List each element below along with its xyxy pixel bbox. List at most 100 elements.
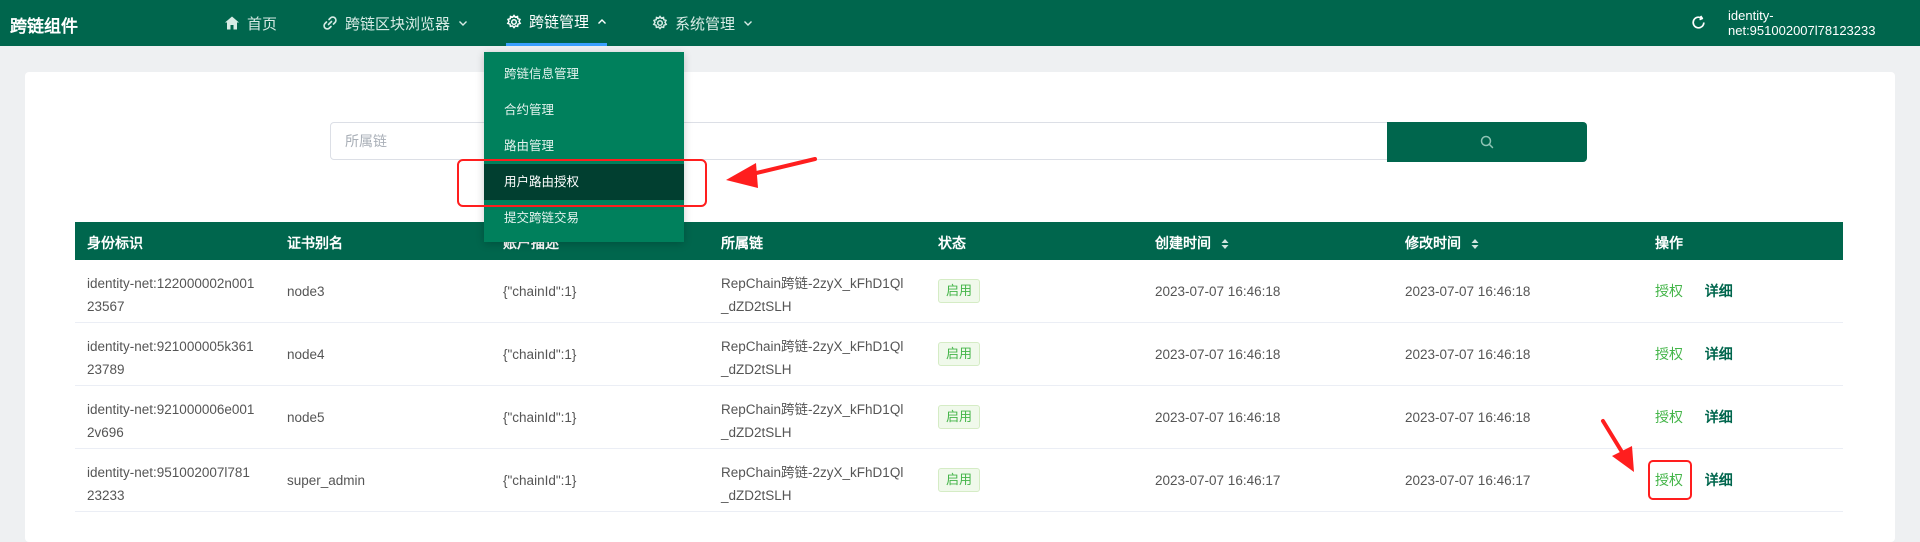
detail-button[interactable]: 详细 [1705,346,1733,362]
alias-cell: node4 [287,347,325,362]
table-header: 身份标识 证书别名 账户描述 所属链 状态 创建时间 修改时间 操作 [75,222,1843,260]
nav-manage[interactable]: 跨链管理 [506,0,608,46]
detail-button[interactable]: 详细 [1705,283,1733,299]
identity-cell: identity-net:921000006e001 2v696 [87,398,254,444]
nav-home[interactable]: 首页 [224,0,277,46]
menu-item-crosschain-info[interactable]: 跨链信息管理 [484,56,684,92]
chain-cell: RepChain跨链-2zyX_kFhD1Ql _dZD2tSLH [721,272,903,318]
nav-browser[interactable]: 跨链区块浏览器 [322,0,468,46]
identity-line: 23789 [87,362,125,377]
desc-cell: {"chainId":1} [503,473,577,488]
col-modified-label: 修改时间 [1405,235,1461,251]
home-icon [225,16,239,30]
menu-item-contract[interactable]: 合约管理 [484,92,684,128]
detail-button[interactable]: 详细 [1705,472,1733,488]
status-cell: 启用 [938,342,981,366]
col-modified[interactable]: 修改时间 [1405,233,1479,253]
manage-dropdown-menu: 跨链信息管理 合约管理 路由管理 用户路由授权 提交跨链交易 [484,52,684,242]
current-identity: identity-net:951002007l78123233 [1728,8,1876,38]
sort-icon[interactable] [1221,238,1229,250]
desc-cell: {"chainId":1} [503,347,577,362]
identity-line: identity-net:921000005k361 [87,339,254,354]
nav-browser-label: 跨链区块浏览器 [345,15,451,33]
nav-system[interactable]: 系统管理 [652,0,753,46]
status-badge: 启用 [938,468,981,492]
gear-icon [506,13,522,29]
search-button[interactable] [1387,122,1587,162]
identity-line: identity-net:921000006e001 [87,402,255,417]
chain-line: _dZD2tSLH [721,488,792,503]
chain-line: _dZD2tSLH [721,362,792,377]
chain-cell: RepChain跨链-2zyX_kFhD1Ql _dZD2tSLH [721,398,903,444]
chevron-up-icon [598,18,607,24]
actions-cell: 授权 详细 [1655,343,1733,366]
modified-cell: 2023-07-07 16:46:18 [1405,347,1531,362]
chain-line: RepChain跨链-2zyX_kFhD1Ql [721,402,904,417]
col-alias: 证书别名 [287,235,343,251]
table-row: identity-net:951002007l781 23233 super_a… [75,449,1843,512]
highlight-box-authorize [1648,460,1692,500]
nav-manage-label: 跨链管理 [529,14,590,31]
status-badge: 启用 [938,279,981,303]
identity-line: 23567 [87,299,125,314]
identity-line: identity-net:122000002n001 [87,276,255,291]
actions-cell: 授权 详细 [1655,280,1733,303]
table-row: identity-net:122000002n001 23567 node3 {… [75,260,1843,323]
status-badge: 启用 [938,342,981,366]
status-cell: 启用 [938,405,981,429]
nav-home-label: 首页 [247,15,278,33]
col-created[interactable]: 创建时间 [1155,233,1229,253]
status-cell: 启用 [938,468,981,492]
authorize-button[interactable]: 授权 [1655,409,1683,425]
desc-cell: {"chainId":1} [503,410,577,425]
chain-line: RepChain跨链-2zyX_kFhD1Ql [721,339,904,354]
chain-line: _dZD2tSLH [721,299,792,314]
chain-line: RepChain跨链-2zyX_kFhD1Ql [721,465,904,480]
modified-cell: 2023-07-07 16:46:18 [1405,284,1531,299]
app-title: 跨链组件 [10,17,78,36]
alias-cell: super_admin [287,473,366,488]
authorize-button[interactable]: 授权 [1655,346,1683,362]
created-cell: 2023-07-07 16:46:18 [1155,347,1281,362]
col-chain: 所属链 [721,235,763,251]
created-cell: 2023-07-07 16:46:17 [1155,473,1281,488]
created-cell: 2023-07-07 16:46:18 [1155,284,1281,299]
authorize-button[interactable]: 授权 [1655,283,1683,299]
nav-system-label: 系统管理 [675,15,736,33]
desc-cell: {"chainId":1} [503,284,577,299]
status-badge: 启用 [938,405,981,429]
identity-line: 23233 [87,488,125,503]
col-actions: 操作 [1655,235,1683,251]
alias-cell: node5 [287,410,325,425]
top-navbar: 跨链组件 首页 跨链区块浏览器 跨链管理 系统管理 identity-net:9… [0,0,1920,46]
table-row: identity-net:921000005k361 23789 node4 {… [75,323,1843,386]
modified-cell: 2023-07-07 16:46:17 [1405,473,1531,488]
col-created-label: 创建时间 [1155,235,1211,251]
chain-cell: RepChain跨链-2zyX_kFhD1Ql _dZD2tSLH [721,335,903,381]
status-cell: 启用 [938,279,981,303]
modified-cell: 2023-07-07 16:46:18 [1405,410,1531,425]
sort-icon[interactable] [1471,238,1479,250]
col-identity: 身份标识 [87,235,143,251]
refresh-icon[interactable] [1690,14,1707,31]
table-row: identity-net:921000006e001 2v696 node5 {… [75,386,1843,449]
identity-cell: identity-net:951002007l781 23233 [87,461,250,507]
col-status: 状态 [938,235,966,251]
identity-cell: identity-net:122000002n001 23567 [87,272,254,318]
chain-line: _dZD2tSLH [721,425,792,440]
created-cell: 2023-07-07 16:46:18 [1155,410,1281,425]
identity-line: 2v696 [87,425,124,440]
chevron-down-icon [459,21,468,26]
identity-table: 身份标识 证书别名 账户描述 所属链 状态 创建时间 修改时间 操作 ident… [75,222,1843,512]
highlight-box-menu [457,159,707,207]
actions-cell: 授权 详细 [1655,406,1733,429]
search-icon [1480,135,1494,149]
link-icon [323,16,337,30]
identity-line: identity-net:951002007l781 [87,465,250,480]
gear-icon [652,15,668,30]
chevron-down-icon [744,21,753,26]
chain-cell: RepChain跨链-2zyX_kFhD1Ql _dZD2tSLH [721,461,903,507]
detail-button[interactable]: 详细 [1705,409,1733,425]
identity-cell: identity-net:921000005k361 23789 [87,335,254,381]
alias-cell: node3 [287,284,325,299]
